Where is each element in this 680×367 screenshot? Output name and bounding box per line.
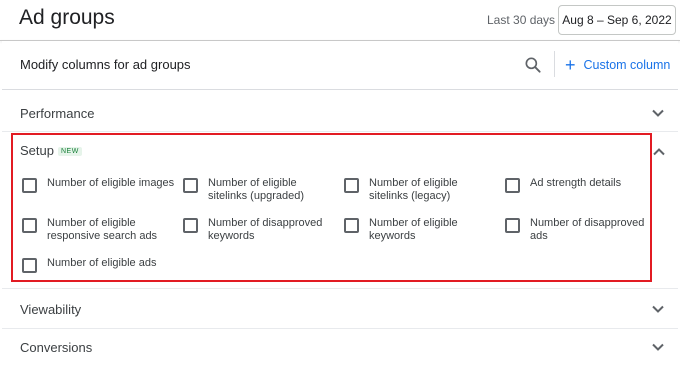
checkbox[interactable] bbox=[344, 178, 359, 193]
panel-title: Modify columns for ad groups bbox=[20, 57, 191, 72]
date-range-value: Aug 8 – Sep 6, 2022 bbox=[562, 13, 672, 27]
setup-option-label: Ad strength details bbox=[530, 177, 622, 189]
setup-option[interactable]: Number of disapproved keywords bbox=[183, 217, 338, 243]
section-conversions-label: Conversions bbox=[20, 340, 93, 355]
setup-option-label: Number of eligible sitelinks (upgraded) bbox=[208, 177, 304, 202]
chevron-down-icon bbox=[652, 343, 664, 351]
custom-column-label: Custom column bbox=[583, 58, 671, 72]
setup-option-label: Number of eligible keywords bbox=[369, 217, 458, 242]
section-conversions[interactable]: Conversions bbox=[2, 330, 678, 366]
section-viewability[interactable]: Viewability bbox=[2, 292, 678, 328]
top-bar: Ad groups Last 30 days Aug 8 – Sep 6, 20… bbox=[0, 0, 680, 40]
custom-column-button[interactable]: + Custom column bbox=[565, 56, 670, 74]
date-range-picker[interactable]: Aug 8 – Sep 6, 2022 bbox=[558, 5, 676, 35]
section-performance[interactable]: Performance bbox=[2, 96, 678, 132]
section-performance-label: Performance bbox=[20, 106, 95, 121]
checkbox[interactable] bbox=[22, 258, 37, 273]
setup-option[interactable]: Number of eligible images bbox=[22, 177, 177, 193]
setup-option-label: Number of eligible responsive search ads bbox=[47, 217, 158, 242]
setup-option[interactable]: Ad strength details bbox=[505, 177, 650, 193]
plus-icon: + bbox=[565, 55, 576, 75]
setup-option[interactable]: Number of eligible sitelinks (upgraded) bbox=[183, 177, 328, 203]
page-title: Ad groups bbox=[19, 6, 115, 29]
checkbox[interactable] bbox=[183, 218, 198, 233]
setup-option-label: Number of eligible sitelinks (legacy) bbox=[369, 177, 458, 202]
checkbox[interactable] bbox=[505, 218, 520, 233]
setup-option[interactable]: Number of eligible sitelinks (legacy) bbox=[344, 177, 479, 203]
checkbox[interactable] bbox=[22, 218, 37, 233]
section-divider bbox=[2, 328, 678, 329]
date-range-label: Last 30 days bbox=[487, 13, 556, 27]
setup-option[interactable]: Number of eligible responsive search ads bbox=[22, 217, 167, 243]
setup-option-label: Number of eligible ads bbox=[47, 257, 157, 269]
setup-option[interactable]: Number of eligible ads bbox=[22, 257, 177, 273]
setup-option-label: Number of disapproved ads bbox=[530, 217, 645, 242]
setup-option-label: Number of disapproved keywords bbox=[208, 217, 323, 242]
checkbox[interactable] bbox=[344, 218, 359, 233]
chevron-down-icon bbox=[652, 305, 664, 313]
panel-header: Modify columns for ad groups + Custom co… bbox=[2, 41, 678, 90]
setup-option[interactable]: Number of eligible keywords bbox=[344, 217, 479, 243]
section-viewability-label: Viewability bbox=[20, 302, 82, 317]
checkbox[interactable] bbox=[505, 178, 520, 193]
header-divider-vertical bbox=[554, 51, 555, 77]
search-icon[interactable] bbox=[523, 55, 543, 75]
setup-option[interactable]: Number of disapproved ads bbox=[505, 217, 660, 243]
chevron-down-icon bbox=[652, 109, 664, 117]
section-divider bbox=[2, 131, 678, 132]
checkbox[interactable] bbox=[183, 178, 198, 193]
section-setup-label[interactable]: Setup bbox=[20, 143, 54, 158]
section-divider bbox=[2, 288, 678, 289]
chevron-up-icon[interactable] bbox=[651, 144, 667, 160]
checkbox[interactable] bbox=[22, 178, 37, 193]
setup-option-label: Number of eligible images bbox=[47, 177, 175, 189]
new-badge: NEW bbox=[58, 147, 82, 156]
